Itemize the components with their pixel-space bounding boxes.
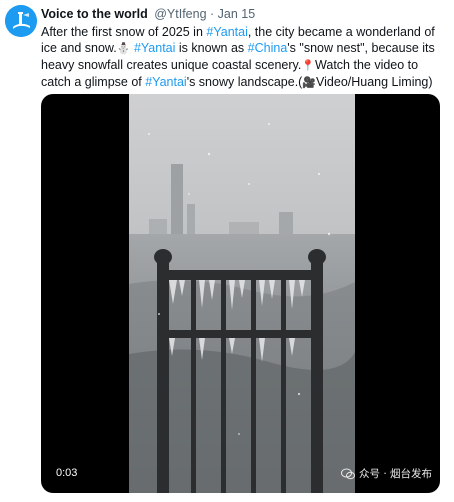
user-handle[interactable]: @YtIfeng — [154, 7, 206, 21]
pin-icon: 📍 — [301, 59, 316, 72]
tweet-date[interactable]: Jan 15 — [218, 7, 256, 21]
text-segment: is known as — [175, 41, 248, 55]
snowman-icon: ⛄ — [116, 42, 131, 55]
snowy-railing-scene-image — [129, 94, 355, 493]
text-segment: After the first snow of 2025 in — [41, 25, 207, 39]
hashtag-link[interactable]: #Yantai — [206, 25, 247, 39]
video-timestamp: 0:03 — [56, 467, 78, 479]
video-camera-icon: 🎥 — [302, 76, 317, 89]
display-name[interactable]: Voice to the world — [41, 7, 148, 21]
wechat-watermark: 众号 · 烟台发布 — [340, 466, 432, 481]
hashtag-link[interactable]: #China — [248, 41, 288, 55]
watermark-text: 众号 · 烟台发布 — [358, 468, 432, 480]
tweet[interactable]: Voice to the world @YtIfeng · Jan 15 Aft… — [0, 0, 454, 502]
hashtag-link[interactable]: #Yantai — [134, 41, 175, 55]
tweet-header: Voice to the world @YtIfeng · Jan 15 — [41, 7, 255, 22]
text-segment: 's snowy landscape.( — [186, 75, 303, 89]
wechat-icon — [340, 468, 355, 479]
avatar[interactable] — [5, 5, 37, 37]
hashtag-link[interactable]: #Yantai — [145, 75, 186, 89]
video-frame[interactable] — [129, 94, 355, 493]
text-segment: Video/Huang Liming) — [316, 75, 433, 89]
lighthouse-logo-icon — [5, 5, 37, 37]
separator-dot: · — [210, 7, 215, 21]
tweet-text: After the first snow of 2025 in #Yantai,… — [41, 24, 445, 91]
video-player[interactable]: 0:03 众号 · 烟台发布 — [41, 94, 440, 493]
